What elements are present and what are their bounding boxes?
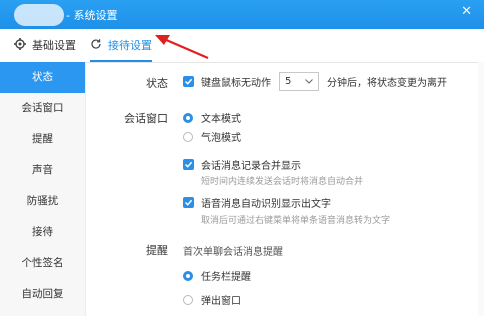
text-mode-option[interactable]: 文本模式 [183, 110, 241, 125]
tab-reception-settings[interactable]: 接待设置 [90, 29, 152, 62]
window-title: - 系统设置 [66, 9, 118, 22]
content-scrollbar[interactable] [478, 62, 484, 316]
merge-messages-label: 会话消息记录合并显示 [201, 161, 301, 172]
sidebar-item-sound[interactable]: 声音 [0, 155, 85, 186]
check-icon [184, 161, 193, 168]
popup-window-option[interactable]: 弹出窗口 [183, 292, 241, 307]
sidebar-item-signature[interactable]: 个性签名 [0, 248, 85, 279]
sidebar: 状态 会话窗口 提醒 声音 防骚扰 接待 个性签名 自动回复 [0, 62, 86, 316]
close-icon[interactable]: ✕ [461, 4, 472, 19]
taskbar-reminder-option[interactable]: 任务栏提醒 [183, 268, 251, 283]
arrow-annotation-icon [155, 35, 209, 60]
popup-window-radio[interactable] [183, 294, 193, 305]
refresh-icon [90, 30, 102, 63]
taskbar-reminder-radio[interactable] [183, 270, 193, 281]
text-mode-radio[interactable] [183, 112, 193, 123]
tab-reception-settings-label: 接待设置 [108, 39, 152, 52]
voice-to-text-checkbox[interactable] [183, 197, 194, 208]
sidebar-item-auto-reply[interactable]: 自动回复 [0, 279, 85, 310]
popup-window-label: 弹出窗口 [201, 296, 241, 307]
idle-checkbox-label: 键盘鼠标无动作 [201, 78, 271, 89]
idle-minutes-select[interactable]: 5 [279, 72, 319, 91]
settings-tabs: 基础设置 接待设置 [0, 29, 484, 63]
app-logo [14, 4, 64, 26]
bubble-mode-option[interactable]: 气泡模式 [183, 129, 241, 144]
merge-messages-checkbox[interactable] [183, 159, 194, 170]
chat-window-section-label: 会话窗口 [124, 112, 168, 125]
bubble-mode-radio[interactable] [183, 131, 193, 142]
reminder-description: 首次单聊会话消息提醒 [183, 247, 283, 258]
merge-messages-hint: 短时间内连续发送会话时将消息自动合并 [201, 177, 364, 187]
bubble-mode-label: 气泡模式 [201, 133, 241, 144]
idle-suffix-text: 分钟后，将状态变更为离开 [327, 78, 447, 89]
voice-to-text-label: 语音消息自动识别显示出文字 [201, 199, 331, 210]
sidebar-item-status[interactable]: 状态 [0, 62, 85, 93]
sidebar-item-reminder[interactable]: 提醒 [0, 124, 85, 155]
text-mode-label: 文本模式 [201, 114, 241, 125]
status-section-label: 状态 [146, 77, 168, 90]
check-icon [184, 199, 193, 206]
voice-to-text-row[interactable]: 语音消息自动识别显示出文字 [183, 195, 331, 210]
idle-checkbox[interactable] [183, 76, 194, 87]
idle-status-row: 键盘鼠标无动作 5 分钟后，将状态变更为离开 [183, 72, 447, 91]
chevron-down-icon [305, 79, 313, 84]
taskbar-reminder-label: 任务栏提醒 [201, 272, 251, 283]
tab-basic-settings[interactable]: 基础设置 [14, 29, 76, 62]
voice-to-text-hint: 取消后可通过右键菜单将单条语音消息转为文字 [201, 216, 391, 226]
idle-minutes-value: 5 [285, 76, 292, 87]
sidebar-item-anti-harassment[interactable]: 防骚扰 [0, 186, 85, 217]
gear-icon [14, 30, 26, 63]
merge-messages-row[interactable]: 会话消息记录合并显示 [183, 157, 301, 172]
reminder-section-label: 提醒 [146, 244, 168, 257]
settings-content: 状态 键盘鼠标无动作 5 分钟后，将状态变更为离开 会话窗口 文本模式 气泡模式… [86, 62, 484, 316]
check-icon [184, 78, 193, 85]
sidebar-item-chat-window[interactable]: 会话窗口 [0, 93, 85, 124]
title-bar: - 系统设置 ✕ [0, 0, 484, 29]
sidebar-item-reception[interactable]: 接待 [0, 217, 85, 248]
tab-basic-settings-label: 基础设置 [32, 39, 76, 52]
